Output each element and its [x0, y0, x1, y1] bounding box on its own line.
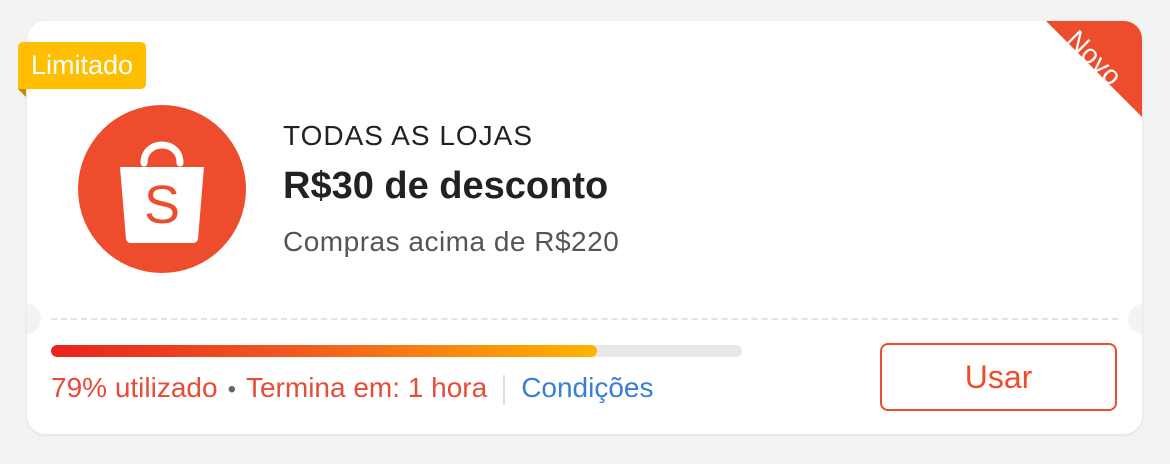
voucher-min-spend: Compras acima de R$220 [283, 226, 620, 257]
new-ribbon: Novo [1046, 21, 1142, 117]
logo-letter: S [144, 175, 180, 235]
usage-progress-bar [51, 345, 742, 357]
voucher-footer: 79% utilizado • Termina em: 1 hora Condiçõe… [51, 372, 654, 405]
ticket-notch-right [1128, 304, 1142, 334]
expiry-text: Termina em: 1 hora [245, 372, 488, 403]
voucher-scope: TODAS AS LOJAS [283, 120, 534, 151]
voucher-title: R$30 de desconto [283, 165, 609, 207]
usage-progress-fill [51, 345, 597, 357]
limited-badge: Limitado [18, 42, 147, 89]
ticket-divider [51, 318, 1118, 320]
use-voucher-button[interactable]: Usar [880, 343, 1117, 411]
shopee-bag-icon: S [120, 141, 204, 243]
separator-dot: • [227, 376, 236, 403]
usage-percent-text: 79% utilizado [51, 372, 218, 403]
conditions-link[interactable]: Condições [521, 372, 653, 403]
ticket-notch-left [27, 304, 41, 334]
limited-badge-fold [18, 89, 26, 97]
footer-divider [503, 374, 506, 405]
shopee-logo: S [78, 105, 246, 273]
